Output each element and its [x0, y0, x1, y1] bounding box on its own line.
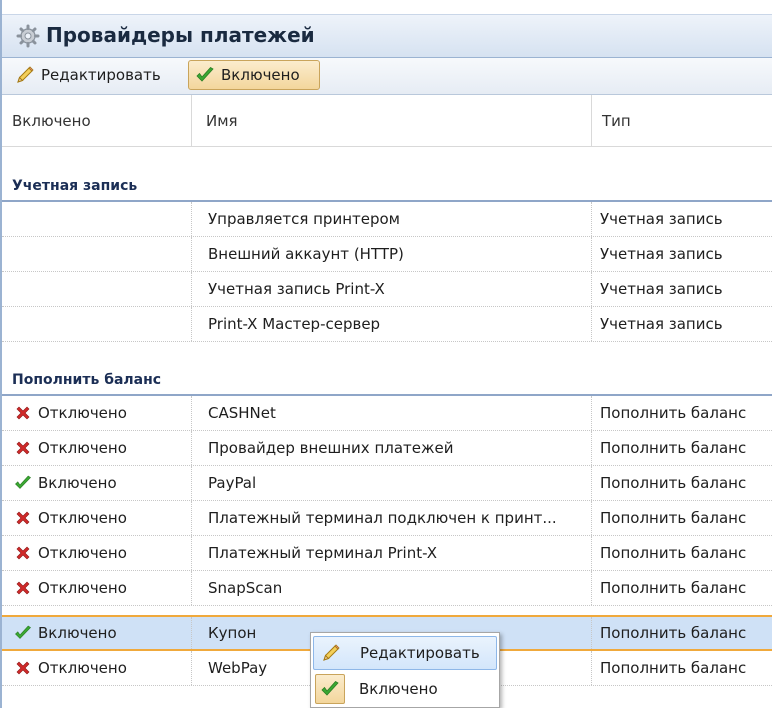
column-headers: Включено Имя Тип — [2, 95, 772, 147]
group-label: Учетная запись — [12, 178, 138, 194]
toolbar: Редактировать Включено — [2, 58, 772, 95]
name-cell: Учетная запись Print-X — [192, 272, 592, 306]
type-cell: Пополнить баланс — [600, 439, 747, 457]
enabled-button-label: Включено — [221, 66, 300, 84]
cross-icon — [16, 661, 30, 675]
status-text: Отключено — [38, 659, 127, 677]
table-row[interactable]: Отключено SnapScan Пополнить баланс — [2, 571, 772, 606]
cross-icon — [16, 581, 30, 595]
table-row[interactable]: Отключено Платежный терминал Print-X Поп… — [2, 536, 772, 571]
enabled-cell — [2, 237, 192, 271]
type-cell: Пополнить баланс — [600, 659, 747, 677]
cross-icon — [16, 441, 30, 455]
group-header-topup[interactable]: Пополнить баланс — [2, 370, 772, 396]
table-row[interactable]: Print-X Мастер-сервер Учетная запись — [2, 307, 772, 342]
table-row[interactable]: Отключено CASHNet Пополнить баланс — [2, 396, 772, 431]
check-icon — [321, 680, 339, 696]
name-cell: Провайдер внешних платежей — [192, 431, 592, 465]
context-menu-enabled[interactable]: Включено — [313, 672, 497, 706]
type-cell: Пополнить баланс — [600, 509, 747, 527]
group-header-account[interactable]: Учетная запись — [2, 176, 772, 202]
enabled-toggle-button[interactable]: Включено — [188, 60, 320, 90]
gear-icon — [16, 24, 40, 48]
context-enabled-label: Включено — [359, 680, 438, 698]
cross-icon — [16, 546, 30, 560]
status-text: Отключено — [38, 544, 127, 562]
cross-icon — [16, 511, 30, 525]
status-text: Включено — [38, 624, 117, 642]
status-text: Отключено — [38, 404, 127, 422]
name-cell: PayPal — [192, 466, 592, 500]
table-row[interactable]: Включено PayPal Пополнить баланс — [2, 466, 772, 501]
check-icon — [15, 625, 31, 639]
context-edit-label: Редактировать — [360, 644, 480, 662]
panel-header: Провайдеры платежей — [2, 14, 772, 58]
name-cell: CASHNet — [192, 396, 592, 430]
type-cell: Пополнить баланс — [600, 544, 747, 562]
enabled-cell: Отключено — [2, 431, 192, 465]
enabled-cell: Отключено — [2, 651, 192, 685]
pencil-icon — [323, 644, 340, 661]
enabled-cell: Отключено — [2, 536, 192, 570]
name-cell: Платежный терминал подключен к принт... — [192, 501, 592, 535]
cross-icon — [16, 406, 30, 420]
type-cell: Учетная запись — [600, 245, 723, 263]
column-header-enabled[interactable]: Включено — [2, 95, 192, 147]
table-row[interactable]: Управляется принтером Учетная запись — [2, 202, 772, 237]
enabled-cell: Включено — [2, 617, 192, 649]
type-cell: Учетная запись — [600, 280, 723, 298]
name-cell: Управляется принтером — [192, 202, 592, 236]
type-cell: Пополнить баланс — [600, 404, 747, 422]
enabled-cell — [2, 202, 192, 236]
name-cell: SnapScan — [192, 571, 592, 605]
check-icon — [15, 475, 31, 489]
enabled-cell: Включено — [2, 466, 192, 500]
table-row[interactable]: Отключено Платежный терминал подключен к… — [2, 501, 772, 536]
status-text: Отключено — [38, 579, 127, 597]
payment-providers-window: Провайдеры платежей Редактировать Включе… — [0, 0, 772, 708]
edit-button-label: Редактировать — [41, 66, 161, 84]
table-row[interactable]: Внешний аккаунт (HTTP) Учетная запись — [2, 237, 772, 272]
enabled-cell: Отключено — [2, 396, 192, 430]
pencil-icon — [17, 66, 34, 83]
name-cell: Print-X Мастер-сервер — [192, 307, 592, 341]
panel-title: Провайдеры платежей — [46, 23, 315, 47]
type-cell: Учетная запись — [600, 210, 723, 228]
column-header-type[interactable]: Тип — [592, 95, 772, 147]
status-text: Отключено — [38, 439, 127, 457]
name-cell: Платежный терминал Print-X — [192, 536, 592, 570]
group-label: Пополнить баланс — [12, 372, 162, 388]
context-menu: Редактировать Включено — [310, 632, 500, 708]
table-row[interactable]: Учетная запись Print-X Учетная запись — [2, 272, 772, 307]
type-cell: Пополнить баланс — [600, 579, 747, 597]
context-enabled-icon-box — [315, 674, 345, 704]
enabled-cell: Отключено — [2, 501, 192, 535]
check-icon — [196, 66, 214, 82]
edit-button[interactable]: Редактировать — [8, 60, 184, 90]
type-cell: Учетная запись — [600, 315, 723, 333]
enabled-cell — [2, 272, 192, 306]
enabled-cell — [2, 307, 192, 341]
column-header-name[interactable]: Имя — [192, 95, 592, 147]
context-edit-icon-box — [316, 638, 346, 668]
table-row[interactable]: Отключено Провайдер внешних платежей Поп… — [2, 431, 772, 466]
type-cell: Пополнить баланс — [600, 474, 747, 492]
enabled-cell: Отключено — [2, 571, 192, 605]
status-text: Отключено — [38, 509, 127, 527]
type-cell: Пополнить баланс — [600, 624, 747, 642]
context-menu-edit[interactable]: Редактировать — [313, 636, 497, 670]
name-cell: Внешний аккаунт (HTTP) — [192, 237, 592, 271]
status-text: Включено — [38, 474, 117, 492]
